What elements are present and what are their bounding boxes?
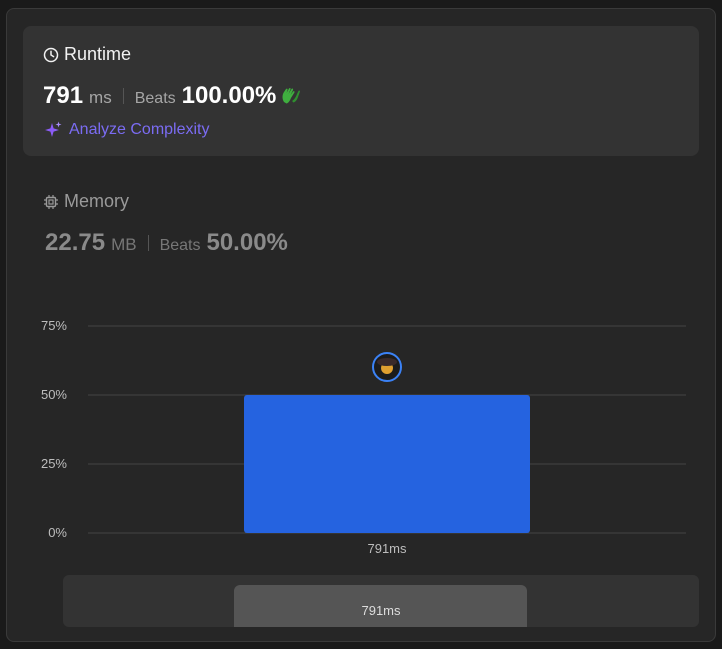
memory-value: 22.75 (45, 229, 106, 256)
runtime-title-label: Runtime (64, 44, 132, 64)
submission-detail-panel: Runtime 791 ms Beats 100.00% Analyze Com… (6, 8, 716, 642)
analyze-complexity-label: Analyze Complexity (69, 121, 210, 138)
clapping-hands-icon (282, 88, 301, 104)
user-avatar-marker[interactable] (372, 352, 402, 382)
memory-title[interactable]: Memory (43, 191, 129, 212)
chart-range-scroller[interactable]: 791ms (63, 575, 699, 627)
runtime-value: 791 (43, 82, 84, 109)
y-tick-label: 50% (41, 387, 67, 402)
range-thumb-label: 791ms (361, 603, 401, 618)
memory-stats: 22.75 MB Beats 50.00% (45, 229, 288, 257)
runtime-title: Runtime (43, 44, 131, 65)
clock-icon (43, 47, 59, 62)
sparkle-icon (45, 121, 62, 137)
runtime-unit: ms (89, 88, 112, 107)
bar (244, 395, 530, 533)
memory-beats-value: 50.00% (206, 229, 288, 256)
x-tick-label: 791ms (367, 541, 407, 556)
runtime-card[interactable]: Runtime 791 ms Beats 100.00% Analyze Com… (23, 26, 699, 156)
runtime-stats: 791 ms Beats 100.00% (43, 82, 302, 110)
memory-unit: MB (111, 235, 137, 254)
y-tick-label: 0% (48, 525, 67, 540)
runtime-beats-value: 100.00% (181, 82, 277, 109)
divider (122, 88, 124, 104)
analyze-complexity-link[interactable]: Analyze Complexity (43, 120, 210, 140)
distribution-chart: 0% 25% 50% 75% 791ms (41, 318, 686, 556)
y-tick-label: 75% (41, 318, 67, 333)
memory-beats-label: Beats (159, 237, 201, 254)
memory-title-label: Memory (64, 191, 130, 211)
divider (147, 235, 149, 251)
y-tick-label: 25% (41, 456, 67, 471)
runtime-beats-label: Beats (134, 90, 176, 107)
chip-icon (44, 194, 58, 209)
